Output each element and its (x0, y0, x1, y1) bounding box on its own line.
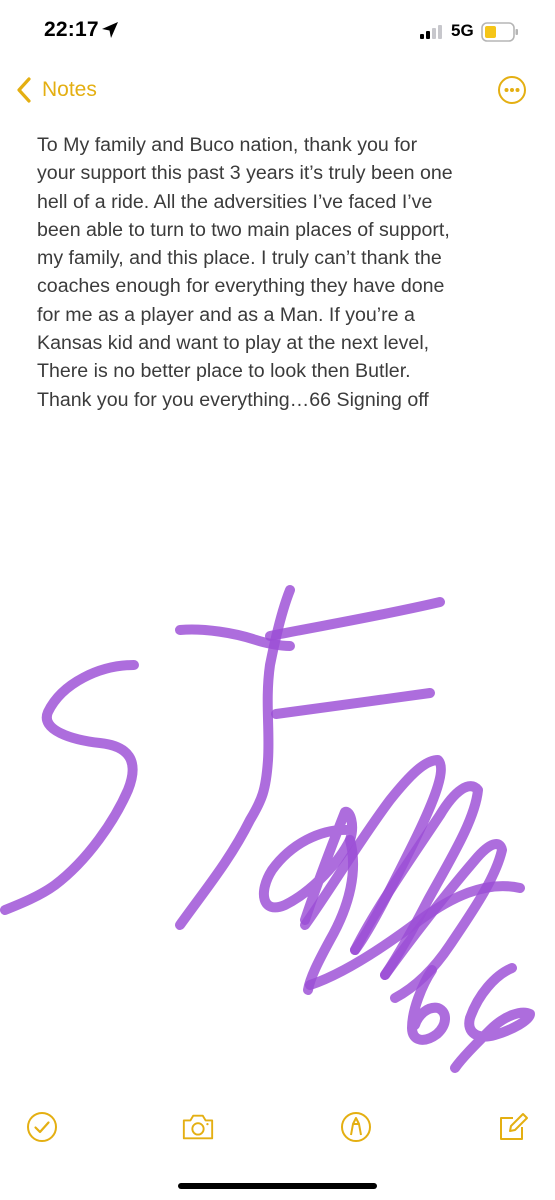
status-bar: 22:17 5G (0, 0, 555, 64)
status-time: 22:17 (44, 18, 99, 41)
network-type-label: 5G (451, 21, 474, 40)
camera-icon[interactable] (181, 1110, 215, 1144)
home-indicator[interactable] (178, 1183, 377, 1189)
markup-pen-icon[interactable] (339, 1110, 373, 1144)
chevron-left-icon (17, 77, 31, 103)
back-to-notes-button[interactable]: Notes (14, 74, 97, 106)
note-body-text[interactable]: To My family and Buco nation, thank you … (37, 131, 529, 414)
signature-drawing[interactable] (0, 570, 555, 1080)
back-label: Notes (42, 78, 97, 101)
more-options-icon[interactable] (497, 75, 527, 105)
location-arrow-icon (102, 22, 118, 38)
battery-icon (481, 22, 518, 42)
compose-icon[interactable] (496, 1110, 530, 1144)
checklist-icon[interactable] (25, 1110, 59, 1144)
cellular-signal-icon (420, 25, 442, 39)
